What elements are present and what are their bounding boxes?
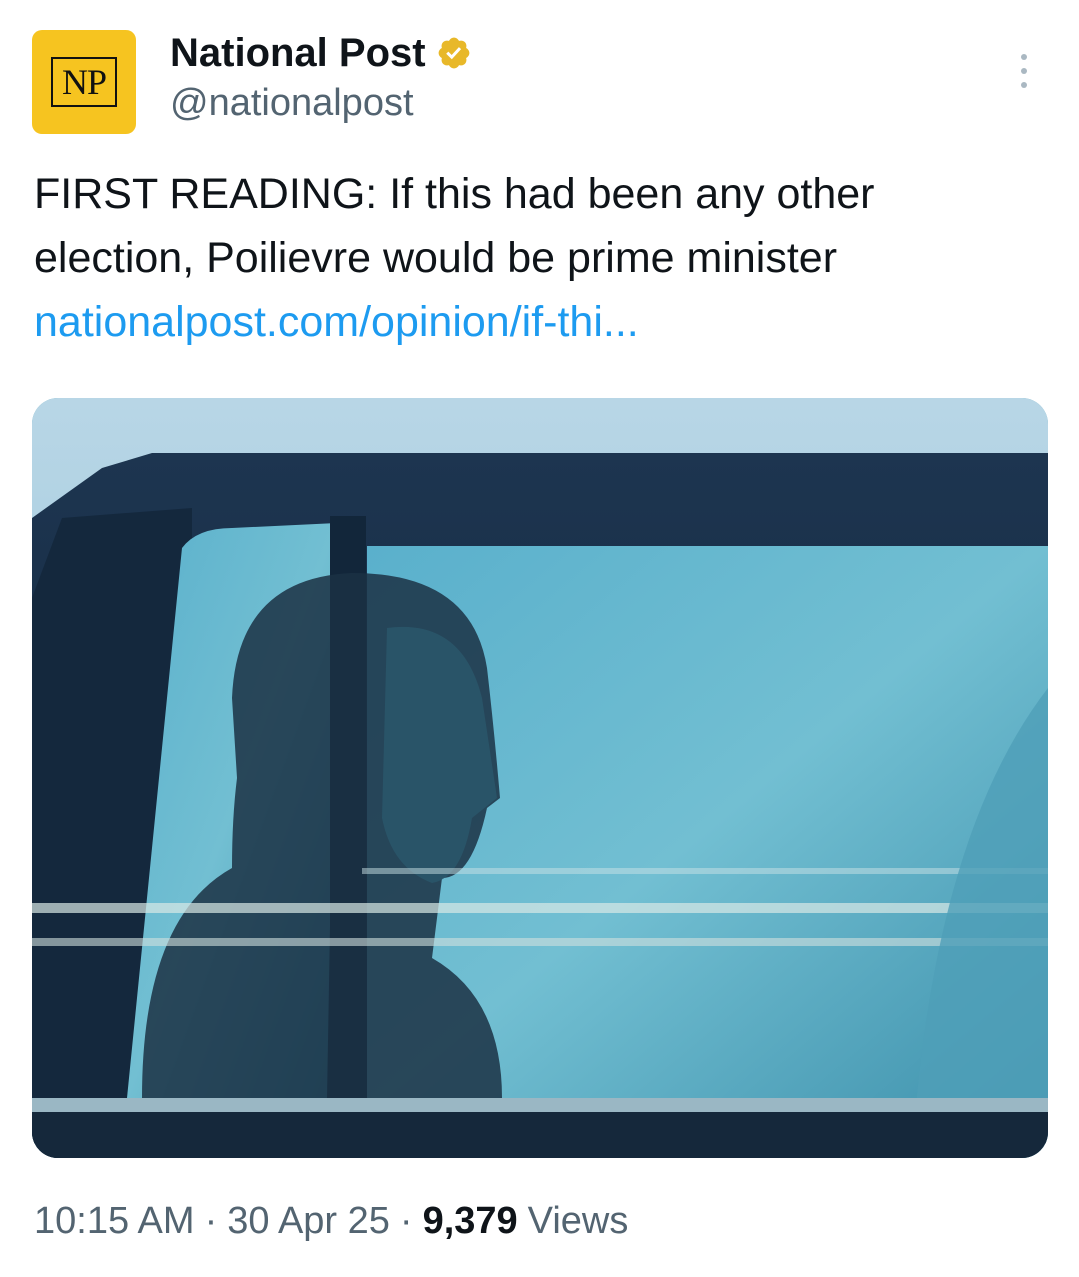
account-handle[interactable]: @nationalpost xyxy=(170,82,414,125)
tweet-body: FIRST READING: If this had been any othe… xyxy=(34,162,1044,354)
tweet-image[interactable] xyxy=(32,398,1048,1158)
tweet-time[interactable]: 10:15 AM xyxy=(34,1200,195,1243)
tweet-meta: 10:15 AM · 30 Apr 25 · 9,379 Views xyxy=(34,1200,628,1243)
views-count: 9,379 xyxy=(422,1200,518,1242)
meta-separator: · xyxy=(204,1200,218,1242)
car-window-photo xyxy=(32,398,1048,1158)
tweet-text: FIRST READING: If this had been any othe… xyxy=(34,170,875,282)
display-name[interactable]: National Post xyxy=(170,31,426,76)
verified-badge-icon[interactable] xyxy=(436,35,472,71)
views-label: Views xyxy=(527,1200,629,1242)
meta-separator: · xyxy=(399,1200,413,1242)
avatar[interactable]: NP xyxy=(32,30,136,134)
avatar-logo-text: NP xyxy=(51,57,117,107)
tweet-link[interactable]: nationalpost.com/opinion/if-thi... xyxy=(34,290,1044,354)
more-options-icon[interactable] xyxy=(1014,54,1034,94)
tweet-date[interactable]: 30 Apr 25 xyxy=(227,1200,390,1243)
author-name-row: National Post xyxy=(170,28,472,78)
